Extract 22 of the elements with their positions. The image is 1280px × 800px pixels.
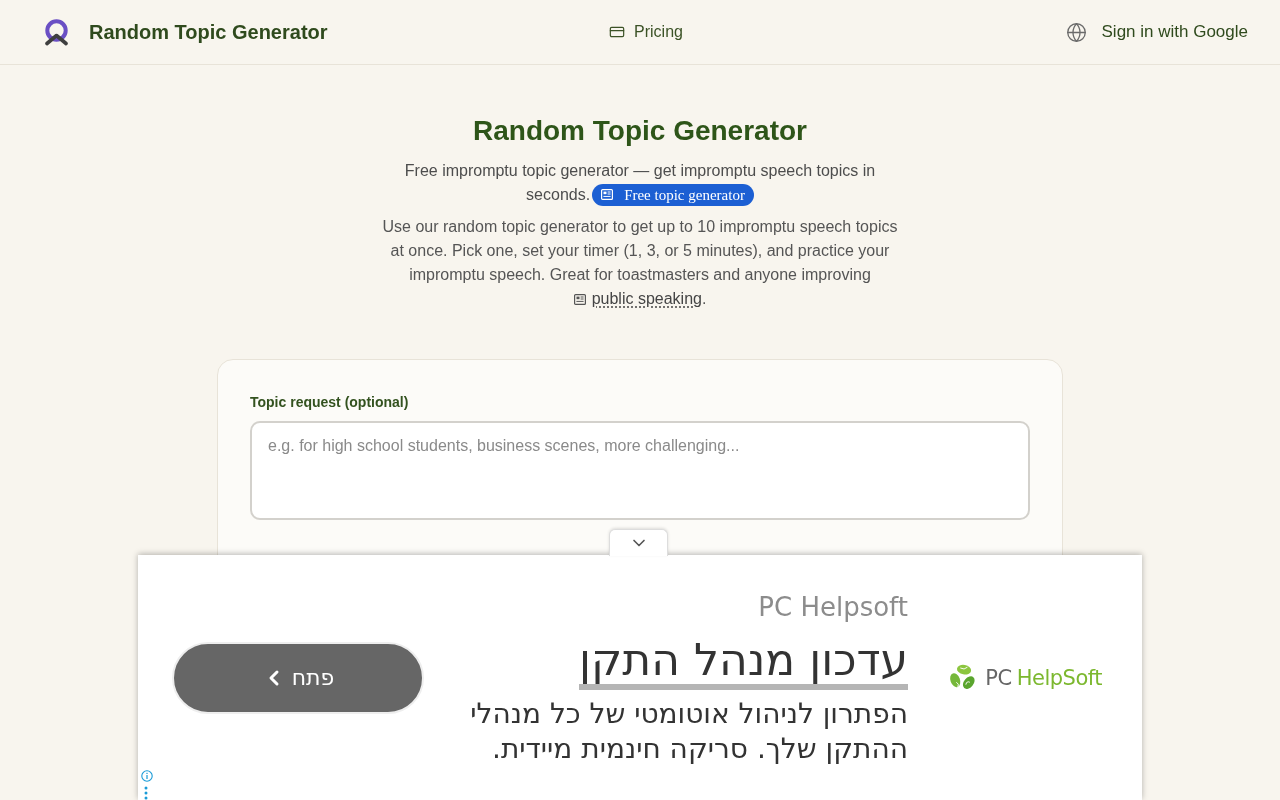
advertiser-name: PC Helpsoft — [757, 590, 908, 624]
ad-body: הפתרון לניהול אוטומטי של כל מנהלי ההתקן שלך. סריקה חינמית מיידית. — [469, 695, 908, 766]
card-icon — [609, 24, 626, 40]
info-icon[interactable] — [141, 770, 153, 782]
ad-headline[interactable]: עדכון מנהל התקן — [579, 635, 908, 690]
more-icon[interactable] — [144, 786, 148, 800]
logo-wordmark: PC HelpSoft — [985, 665, 1102, 690]
subtitle-text: Free impromptu topic generator — get impromptu speech topics in seconds. Free topic generator — [390, 159, 890, 207]
field-label: Topic request (optional) — [250, 393, 410, 411]
sign-in-button[interactable]: Sign in with Google — [1065, 21, 1248, 43]
globe-icon — [1065, 21, 1087, 43]
newspaper-icon — [573, 294, 586, 305]
newspaper-icon — [601, 189, 614, 200]
topic-request-field[interactable]: e.g. for high school students, business scenes, more challenging... — [250, 421, 1030, 520]
intro-paragraph: Use our random topic generator to get up to 10 impromptu speech topics at once. Pick one, set your timer (1, 3, or 5 minutes), and practice your impromptu speech. Great for toastmasters and anyone improving public speaking. — [381, 217, 899, 309]
page-title: Random Topic Generator — [473, 114, 807, 148]
brand-name[interactable]: Random Topic Generator — [89, 20, 328, 44]
pricing-link[interactable]: Pricing — [609, 23, 683, 41]
logo-icon[interactable] — [44, 18, 69, 46]
public-speaking-link[interactable]: public speaking — [573, 290, 702, 307]
open-button[interactable]: פתח — [172, 641, 424, 714]
topic-badge[interactable]: Free topic generator — [592, 183, 754, 206]
